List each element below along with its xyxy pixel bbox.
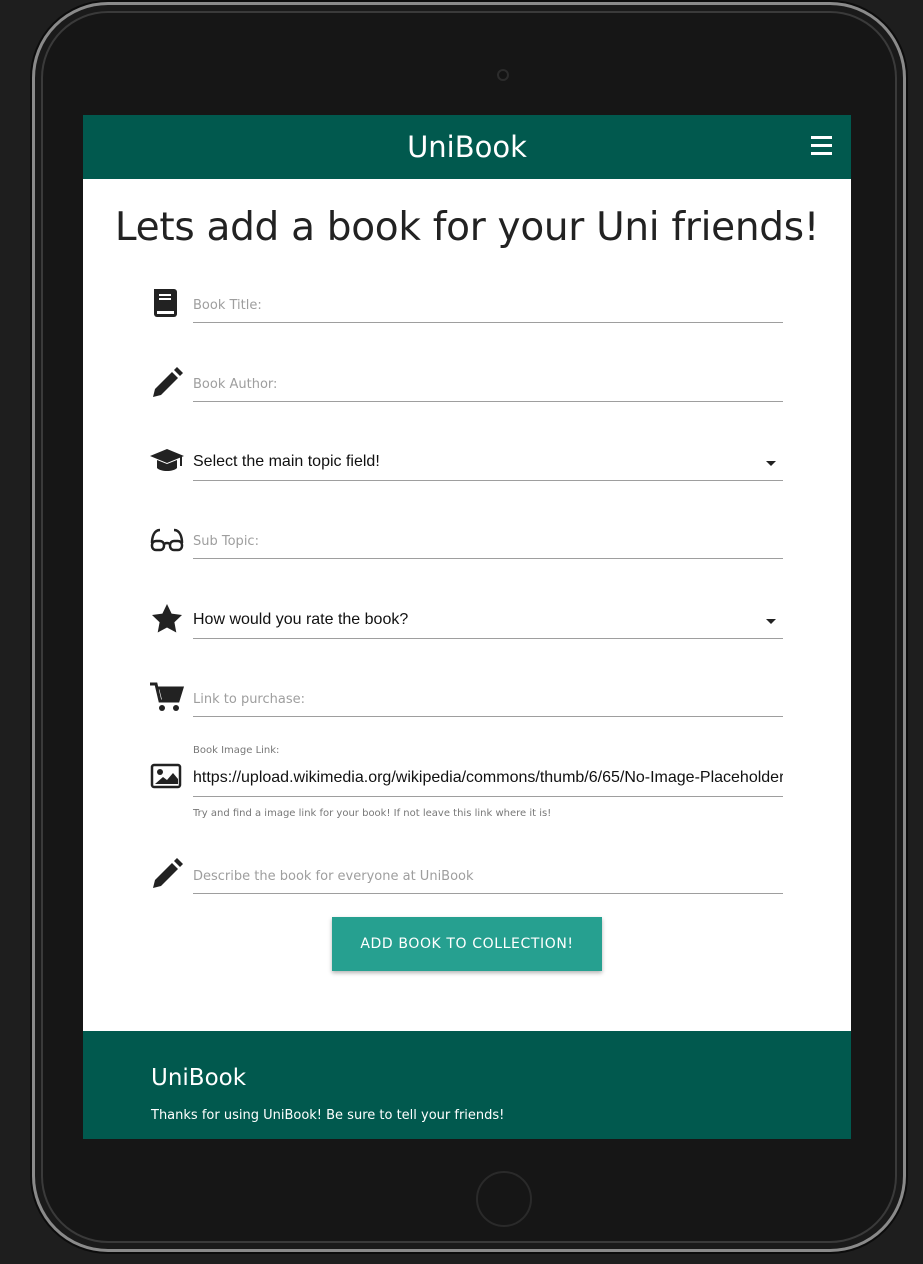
- book-author-field[interactable]: [193, 368, 783, 402]
- topic-select-value: Select the main topic field!: [193, 453, 380, 470]
- pencil-icon: [153, 858, 183, 888]
- image-link-value: https://upload.wikimedia.org/wikipedia/c…: [193, 769, 783, 786]
- brand-logo[interactable]: UniBook: [83, 115, 851, 179]
- sub-topic-field[interactable]: [193, 525, 783, 559]
- purchase-link-field[interactable]: [193, 683, 783, 717]
- description-field[interactable]: [193, 860, 783, 894]
- home-button[interactable]: [476, 1171, 532, 1227]
- book-author-input[interactable]: [193, 368, 783, 401]
- camera-icon: [497, 69, 509, 81]
- footer-text: Thanks for using UniBook! Be sure to tel…: [151, 1108, 505, 1123]
- book-icon: [154, 289, 177, 317]
- hamburger-menu-icon[interactable]: [810, 135, 834, 159]
- book-title-field[interactable]: [193, 289, 783, 323]
- rating-select[interactable]: How would you rate the book?: [193, 605, 783, 639]
- browser-viewport: UniBook Lets add a book for your Uni fri…: [83, 115, 851, 1139]
- sub-topic-input[interactable]: [193, 525, 783, 558]
- navbar: UniBook: [83, 115, 851, 179]
- glasses-icon: [150, 528, 184, 552]
- pencil-icon: [153, 367, 183, 397]
- star-icon: [152, 604, 182, 633]
- rating-select-value: How would you rate the book?: [193, 611, 409, 628]
- image-icon: [150, 763, 182, 789]
- topic-select[interactable]: Select the main topic field!: [193, 447, 783, 481]
- image-link-label: Book Image Link:: [193, 745, 280, 756]
- image-link-helper: Try and find a image link for your book!…: [193, 808, 552, 819]
- chevron-down-icon: [766, 461, 776, 466]
- page-title: Lets add a book for your Uni friends!: [114, 205, 820, 250]
- footer-title: UniBook: [151, 1065, 247, 1091]
- purchase-link-input[interactable]: [193, 683, 783, 716]
- image-link-field[interactable]: https://upload.wikimedia.org/wikipedia/c…: [193, 763, 783, 797]
- add-book-button[interactable]: ADD BOOK TO COLLECTION!: [332, 917, 602, 971]
- book-title-input[interactable]: [193, 289, 783, 322]
- description-input[interactable]: [193, 860, 783, 893]
- chevron-down-icon: [766, 619, 776, 624]
- shopping-cart-icon: [150, 682, 185, 711]
- graduation-cap-icon: [150, 449, 184, 471]
- footer: UniBook Thanks for using UniBook! Be sur…: [83, 1031, 851, 1139]
